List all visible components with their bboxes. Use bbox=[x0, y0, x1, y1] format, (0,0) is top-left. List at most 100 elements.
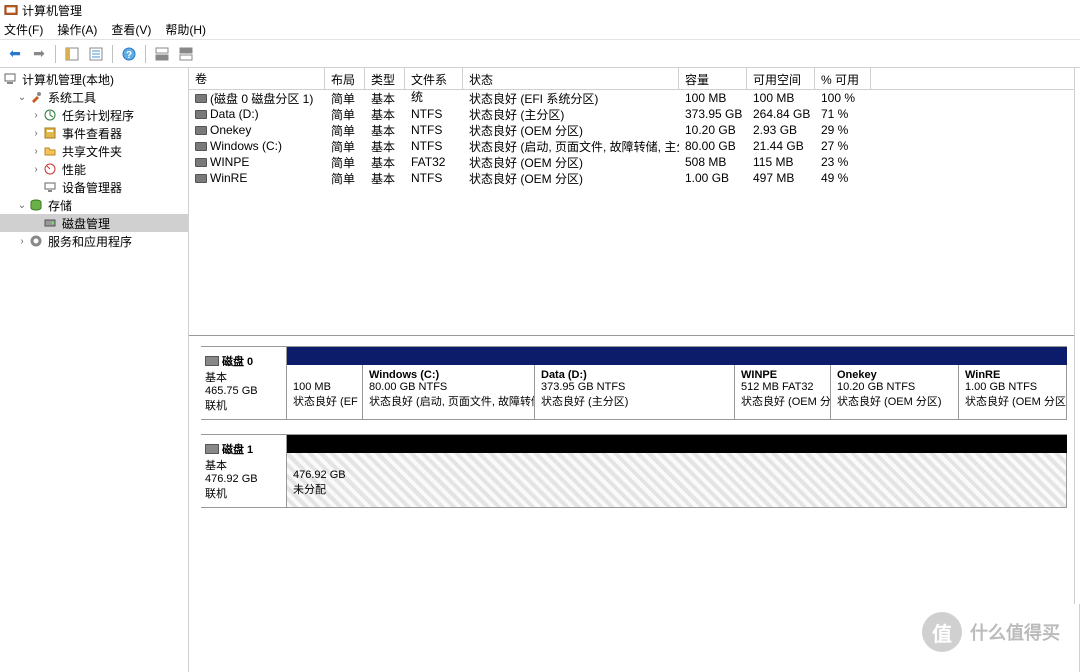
tools-icon bbox=[28, 89, 44, 105]
disk-status: 联机 bbox=[205, 397, 282, 413]
partition[interactable]: Onekey10.20 GB NTFS状态良好 (OEM 分区) bbox=[831, 365, 959, 419]
menubar: 文件(F) 操作(A) 查看(V) 帮助(H) bbox=[0, 20, 1080, 40]
col-status[interactable]: 状态 bbox=[463, 68, 679, 89]
volume-name: Windows (C:) bbox=[210, 139, 282, 153]
expander-icon[interactable]: › bbox=[30, 128, 42, 139]
volume-free: 115 MB bbox=[747, 155, 815, 169]
partition-status: 未分配 bbox=[293, 481, 1060, 497]
toggle-bottom-button[interactable] bbox=[175, 43, 197, 65]
forward-button[interactable]: ➡ bbox=[28, 43, 50, 65]
tree-root[interactable]: 计算机管理(本地) bbox=[0, 70, 188, 88]
volume-icon bbox=[195, 94, 207, 103]
volume-type: 基本 bbox=[365, 122, 405, 139]
unallocated-partition[interactable]: 476.92 GB 未分配 bbox=[287, 453, 1067, 507]
content-area: 卷 布局 类型 文件系统 状态 容量 可用空间 % 可用 (磁盘 0 磁盘分区 … bbox=[189, 68, 1080, 672]
partition-size: 100 MB bbox=[293, 381, 356, 393]
tree-services-apps[interactable]: › 服务和应用程序 bbox=[0, 232, 188, 250]
tree-shared-folders[interactable]: › 共享文件夹 bbox=[0, 142, 188, 160]
col-spacer bbox=[871, 68, 1079, 89]
volume-row[interactable]: Windows (C:)简单基本NTFS状态良好 (启动, 页面文件, 故障转储… bbox=[189, 138, 1079, 154]
disk-row[interactable]: 磁盘 0 基本 465.75 GB 联机 100 MB状态良好 (EFWindo… bbox=[201, 346, 1067, 420]
partition-name: Windows (C:) bbox=[369, 369, 528, 381]
volume-status: 状态良好 (主分区) bbox=[463, 106, 679, 123]
volume-type: 基本 bbox=[365, 170, 405, 187]
volume-layout: 简单 bbox=[325, 106, 365, 123]
partition-size: 373.95 GB NTFS bbox=[541, 381, 728, 393]
menu-help[interactable]: 帮助(H) bbox=[165, 21, 206, 38]
volume-row[interactable]: Data (D:)简单基本NTFS状态良好 (主分区)373.95 GB264.… bbox=[189, 106, 1079, 122]
partition[interactable]: WINPE512 MB FAT32状态良好 (OEM 分 bbox=[735, 365, 831, 419]
volume-fs: NTFS bbox=[405, 107, 463, 121]
toolbar-separator bbox=[145, 45, 146, 63]
volume-list[interactable]: 卷 布局 类型 文件系统 状态 容量 可用空间 % 可用 (磁盘 0 磁盘分区 … bbox=[189, 68, 1079, 336]
menu-file[interactable]: 文件(F) bbox=[4, 21, 43, 38]
expander-icon[interactable]: › bbox=[30, 110, 42, 121]
help-button[interactable]: ? bbox=[118, 43, 140, 65]
col-free[interactable]: 可用空间 bbox=[747, 68, 815, 89]
partition[interactable]: 100 MB状态良好 (EF bbox=[287, 365, 363, 419]
volume-layout: 简单 bbox=[325, 122, 365, 139]
services-icon bbox=[28, 233, 44, 249]
disk-row[interactable]: 磁盘 1 基本 476.92 GB 联机 476.92 GB 未分配 bbox=[201, 434, 1067, 508]
back-button[interactable]: ⬅ bbox=[4, 43, 26, 65]
volume-capacity: 508 MB bbox=[679, 155, 747, 169]
tree-label: 设备管理器 bbox=[62, 179, 122, 196]
volume-layout: 简单 bbox=[325, 170, 365, 187]
col-capacity[interactable]: 容量 bbox=[679, 68, 747, 89]
menu-action[interactable]: 操作(A) bbox=[57, 21, 97, 38]
right-pane-divider[interactable] bbox=[1074, 68, 1080, 604]
volume-row[interactable]: Onekey简单基本NTFS状态良好 (OEM 分区)10.20 GB2.93 … bbox=[189, 122, 1079, 138]
tree-event-viewer[interactable]: › 事件查看器 bbox=[0, 124, 188, 142]
partition-status: 状态良好 (OEM 分区) bbox=[965, 393, 1060, 409]
partition-name: WINPE bbox=[741, 369, 824, 381]
disk-header[interactable]: 磁盘 1 基本 476.92 GB 联机 bbox=[201, 435, 287, 507]
tree-disk-management[interactable]: 磁盘管理 bbox=[0, 214, 188, 232]
volume-free: 2.93 GB bbox=[747, 123, 815, 137]
tree-performance[interactable]: › 性能 bbox=[0, 160, 188, 178]
watermark-icon: 值 bbox=[922, 612, 962, 652]
volume-row[interactable]: (磁盘 0 磁盘分区 1)简单基本状态良好 (EFI 系统分区)100 MB10… bbox=[189, 90, 1079, 106]
tree-task-scheduler[interactable]: › 任务计划程序 bbox=[0, 106, 188, 124]
list-icon bbox=[89, 47, 103, 61]
menu-view[interactable]: 查看(V) bbox=[111, 21, 151, 38]
volume-row[interactable]: WINPE简单基本FAT32状态良好 (OEM 分区)508 MB115 MB2… bbox=[189, 154, 1079, 170]
disk-name: 磁盘 1 bbox=[222, 441, 253, 457]
partition-name: Onekey bbox=[837, 369, 952, 381]
col-layout[interactable]: 布局 bbox=[325, 68, 365, 89]
view-button[interactable] bbox=[85, 43, 107, 65]
app-icon bbox=[4, 3, 18, 17]
event-icon bbox=[42, 125, 58, 141]
expander-icon[interactable]: › bbox=[30, 164, 42, 175]
disk-size: 465.75 GB bbox=[205, 385, 282, 397]
tree-system-tools[interactable]: ⌄ 系统工具 bbox=[0, 88, 188, 106]
volume-status: 状态良好 (EFI 系统分区) bbox=[463, 90, 679, 107]
partition-name: Data (D:) bbox=[541, 369, 728, 381]
volume-capacity: 373.95 GB bbox=[679, 107, 747, 121]
col-volume[interactable]: 卷 bbox=[189, 68, 325, 89]
col-pct-free[interactable]: % 可用 bbox=[815, 68, 871, 89]
partition[interactable]: WinRE1.00 GB NTFS状态良好 (OEM 分区) bbox=[959, 365, 1067, 419]
partition-status: 状态良好 (EF bbox=[293, 393, 356, 409]
expander-icon[interactable]: › bbox=[16, 236, 28, 247]
nav-tree[interactable]: 计算机管理(本地) ⌄ 系统工具 › 任务计划程序 › 事件查看器 › 共享文件… bbox=[0, 68, 189, 672]
col-type[interactable]: 类型 bbox=[365, 68, 405, 89]
partition-size: 512 MB FAT32 bbox=[741, 381, 824, 393]
expander-icon[interactable]: ⌄ bbox=[16, 200, 28, 211]
disk-header[interactable]: 磁盘 0 基本 465.75 GB 联机 bbox=[201, 347, 287, 419]
toggle-top-button[interactable] bbox=[151, 43, 173, 65]
partition[interactable]: Windows (C:)80.00 GB NTFS状态良好 (启动, 页面文件,… bbox=[363, 365, 535, 419]
partition-status: 状态良好 (OEM 分 bbox=[741, 393, 824, 409]
volume-type: 基本 bbox=[365, 106, 405, 123]
window-title: 计算机管理 bbox=[22, 2, 82, 19]
expander-icon[interactable]: › bbox=[30, 146, 42, 157]
tree-storage[interactable]: ⌄ 存储 bbox=[0, 196, 188, 214]
show-hide-button[interactable] bbox=[61, 43, 83, 65]
volume-pct: 29 % bbox=[815, 123, 871, 137]
tree-device-manager[interactable]: 设备管理器 bbox=[0, 178, 188, 196]
volume-row[interactable]: WinRE简单基本NTFS状态良好 (OEM 分区)1.00 GB497 MB4… bbox=[189, 170, 1079, 186]
expander-icon[interactable]: ⌄ bbox=[16, 92, 28, 103]
partition[interactable]: Data (D:)373.95 GB NTFS状态良好 (主分区) bbox=[535, 365, 735, 419]
task-icon bbox=[42, 107, 58, 123]
col-filesystem[interactable]: 文件系统 bbox=[405, 68, 463, 89]
volume-type: 基本 bbox=[365, 154, 405, 171]
